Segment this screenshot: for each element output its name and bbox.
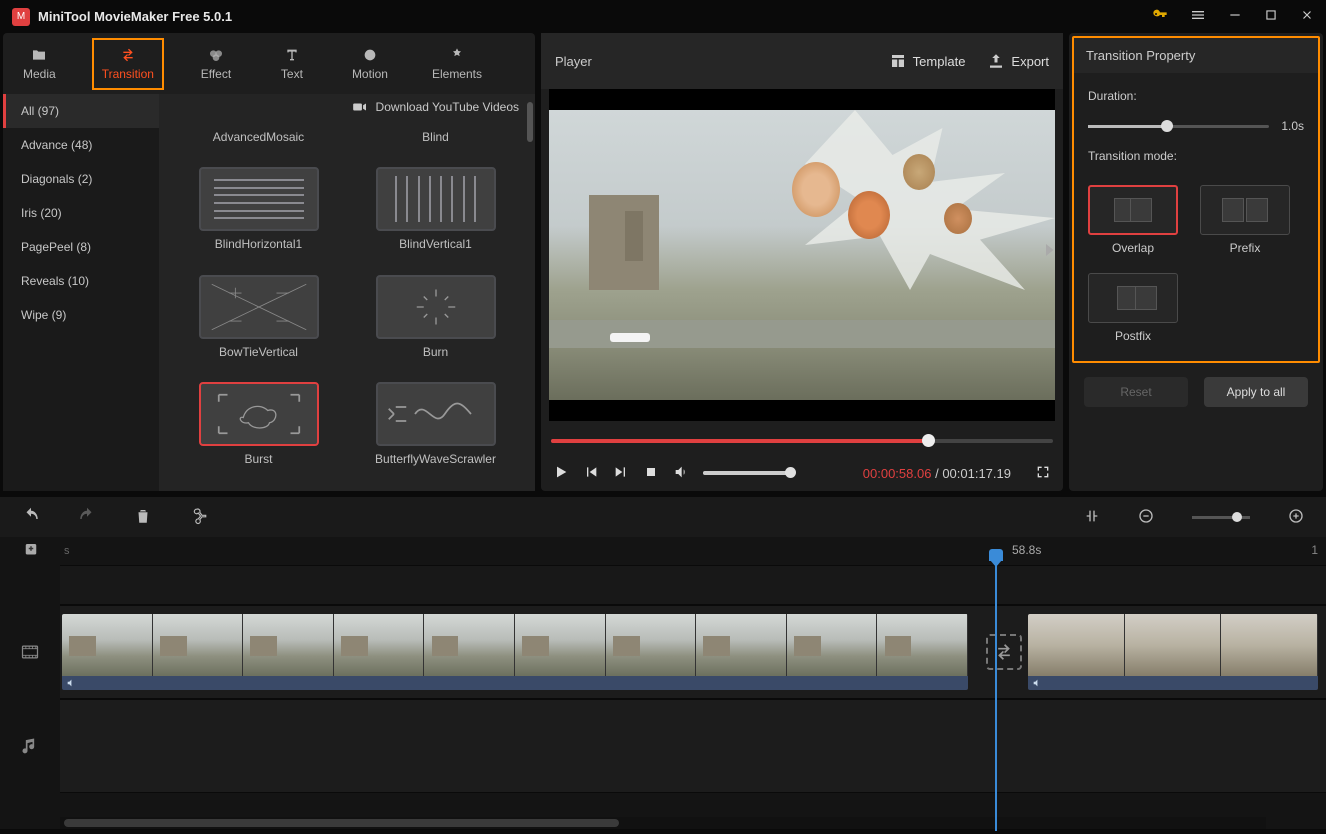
transition-item[interactable]: BlindHorizontal1 xyxy=(179,167,338,268)
undo-icon[interactable] xyxy=(22,507,40,528)
video-track-icon xyxy=(0,605,60,699)
zoom-in-icon[interactable] xyxy=(1288,508,1304,527)
reset-button[interactable]: Reset xyxy=(1084,377,1188,407)
property-title: Transition Property xyxy=(1074,38,1318,73)
timeline-toolbar xyxy=(0,497,1326,537)
audio-track[interactable] xyxy=(60,699,1326,793)
video-clip[interactable] xyxy=(62,614,968,690)
mode-prefix[interactable] xyxy=(1200,185,1290,235)
player-controls: 00:00:58.06 / 00:01:17.19 xyxy=(541,455,1063,491)
next-frame-icon[interactable] xyxy=(613,464,629,483)
category-list: All (97) Advance (48) Diagonals (2) Iris… xyxy=(3,94,159,491)
mode-label: Transition mode: xyxy=(1088,149,1304,163)
timeline-scrollbar[interactable] xyxy=(60,817,1266,829)
grid-scrollbar[interactable] xyxy=(527,102,533,142)
transition-item[interactable]: Burst xyxy=(179,382,338,483)
timeline-ruler[interactable]: s 58.8s 1 xyxy=(0,537,1326,565)
mode-postfix[interactable] xyxy=(1088,273,1178,323)
seek-bar[interactable] xyxy=(551,433,1053,451)
upgrade-key-icon[interactable] xyxy=(1152,7,1168,26)
stop-icon[interactable] xyxy=(643,464,659,483)
tab-media[interactable]: Media xyxy=(15,38,64,90)
duration-slider[interactable] xyxy=(1088,125,1269,128)
transition-item[interactable]: ButterflyWaveScrawler xyxy=(356,382,515,483)
app-logo: M xyxy=(12,8,30,26)
player-title: Player xyxy=(555,54,867,69)
audio-track-icon xyxy=(0,699,60,793)
maximize-icon[interactable] xyxy=(1264,8,1278,25)
video-track[interactable] xyxy=(60,605,1326,699)
tab-label: Text xyxy=(281,67,303,81)
export-button[interactable]: Export xyxy=(987,52,1049,70)
transition-item[interactable]: Blind xyxy=(356,118,515,161)
category-item-all[interactable]: All (97) xyxy=(3,94,159,128)
apply-all-button[interactable]: Apply to all xyxy=(1204,377,1308,407)
volume-slider[interactable] xyxy=(703,471,791,475)
tab-label: Transition xyxy=(102,67,154,81)
library-panel: Media Transition Effect Text Motion Elem… xyxy=(3,33,535,491)
video-clip[interactable] xyxy=(1028,614,1318,690)
download-youtube-link[interactable]: Download YouTube Videos xyxy=(159,94,535,118)
prev-frame-icon[interactable] xyxy=(583,464,599,483)
timeline: s 58.8s 1 xyxy=(0,537,1326,829)
close-icon[interactable] xyxy=(1300,8,1314,25)
volume-icon[interactable] xyxy=(673,464,689,483)
playhead[interactable] xyxy=(995,551,997,831)
tab-motion[interactable]: Motion xyxy=(344,38,396,90)
add-marker-icon[interactable] xyxy=(22,541,40,562)
fit-icon[interactable] xyxy=(1084,508,1100,527)
tab-text[interactable]: Text xyxy=(268,38,316,90)
transition-item[interactable]: Burn xyxy=(356,275,515,376)
transition-item[interactable]: BlindVertical1 xyxy=(356,167,515,268)
video-preview[interactable] xyxy=(549,89,1055,421)
tab-effect[interactable]: Effect xyxy=(192,38,240,90)
playhead-time: 58.8s xyxy=(1012,543,1041,557)
play-icon[interactable] xyxy=(553,464,569,483)
fullscreen-icon[interactable] xyxy=(1035,464,1051,483)
menu-icon[interactable] xyxy=(1190,7,1206,26)
minimize-icon[interactable] xyxy=(1228,8,1242,25)
category-item-pagepeel[interactable]: PagePeel (8) xyxy=(3,230,159,264)
split-icon[interactable] xyxy=(190,507,208,528)
category-item-reveals[interactable]: Reveals (10) xyxy=(3,264,159,298)
delete-icon[interactable] xyxy=(134,507,152,528)
zoom-slider[interactable] xyxy=(1192,516,1250,519)
duration-value: 1.0s xyxy=(1281,119,1304,133)
mode-overlap[interactable] xyxy=(1088,185,1178,235)
transition-grid: Download YouTube Videos AdvancedMosaic B… xyxy=(159,94,535,491)
app-title: MiniTool MovieMaker Free 5.0.1 xyxy=(38,9,1152,24)
transition-marker[interactable] xyxy=(986,634,1022,670)
template-button[interactable]: Template xyxy=(889,52,966,70)
category-item-wipe[interactable]: Wipe (9) xyxy=(3,298,159,332)
time-display: 00:00:58.06 / 00:01:17.19 xyxy=(863,466,1011,481)
category-item-iris[interactable]: Iris (20) xyxy=(3,196,159,230)
tab-label: Elements xyxy=(432,67,482,81)
player-panel: Player Template Export xyxy=(541,33,1063,491)
redo-icon[interactable] xyxy=(78,507,96,528)
zoom-out-icon[interactable] xyxy=(1138,508,1154,527)
tab-label: Media xyxy=(23,67,56,81)
transition-item[interactable]: AdvancedMosaic xyxy=(179,118,338,161)
category-item-diagonals[interactable]: Diagonals (2) xyxy=(3,162,159,196)
title-bar: M MiniTool MovieMaker Free 5.0.1 xyxy=(0,0,1326,33)
transition-item[interactable]: BowTieVertical xyxy=(179,275,338,376)
next-arrow-icon[interactable] xyxy=(1040,241,1058,269)
duration-label: Duration: xyxy=(1088,89,1304,103)
library-tabs: Media Transition Effect Text Motion Elem… xyxy=(3,33,535,94)
tab-label: Motion xyxy=(352,67,388,81)
tab-label: Effect xyxy=(201,67,231,81)
category-item-advance[interactable]: Advance (48) xyxy=(3,128,159,162)
tab-elements[interactable]: Elements xyxy=(424,38,490,90)
tab-transition[interactable]: Transition xyxy=(92,38,164,90)
property-panel: Transition Property Duration: 1.0s Trans… xyxy=(1069,33,1323,491)
